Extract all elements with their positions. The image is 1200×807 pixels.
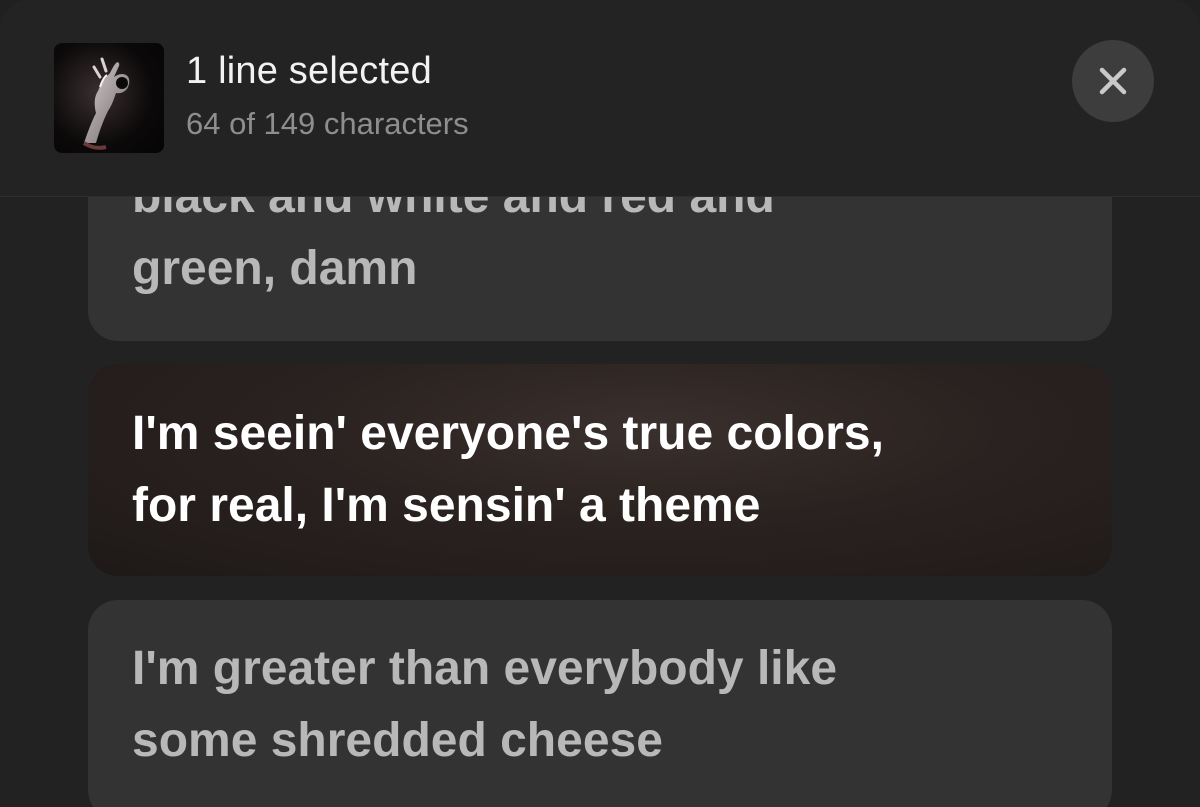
lyric-card-next[interactable]: I'm greater than everybody like some shr…	[88, 600, 1112, 807]
album-artwork	[54, 43, 164, 153]
selection-title: 1 line selected	[186, 50, 432, 92]
lyric-line: green, damn	[132, 242, 418, 295]
lyric-line: some shredded cheese	[132, 714, 663, 767]
lyric-card-selected[interactable]: I'm seein' everyone's true colors, for r…	[88, 364, 1112, 576]
close-button[interactable]	[1072, 40, 1154, 122]
close-icon	[1099, 67, 1127, 95]
lyrics-selection-sheet: black and white and red and green, damn …	[0, 0, 1200, 807]
lyrics-share-screen: black and white and red and green, damn …	[0, 0, 1200, 807]
lyric-line: I'm greater than everybody like	[132, 642, 838, 695]
selection-header: 1 line selected 64 of 149 characters	[0, 0, 1200, 197]
lyric-line: for real, I'm sensin' a theme	[132, 479, 761, 532]
character-count: 64 of 149 characters	[186, 106, 469, 141]
hand-ok-gesture-icon	[82, 57, 130, 150]
lyric-line: I'm seein' everyone's true colors,	[132, 407, 884, 460]
